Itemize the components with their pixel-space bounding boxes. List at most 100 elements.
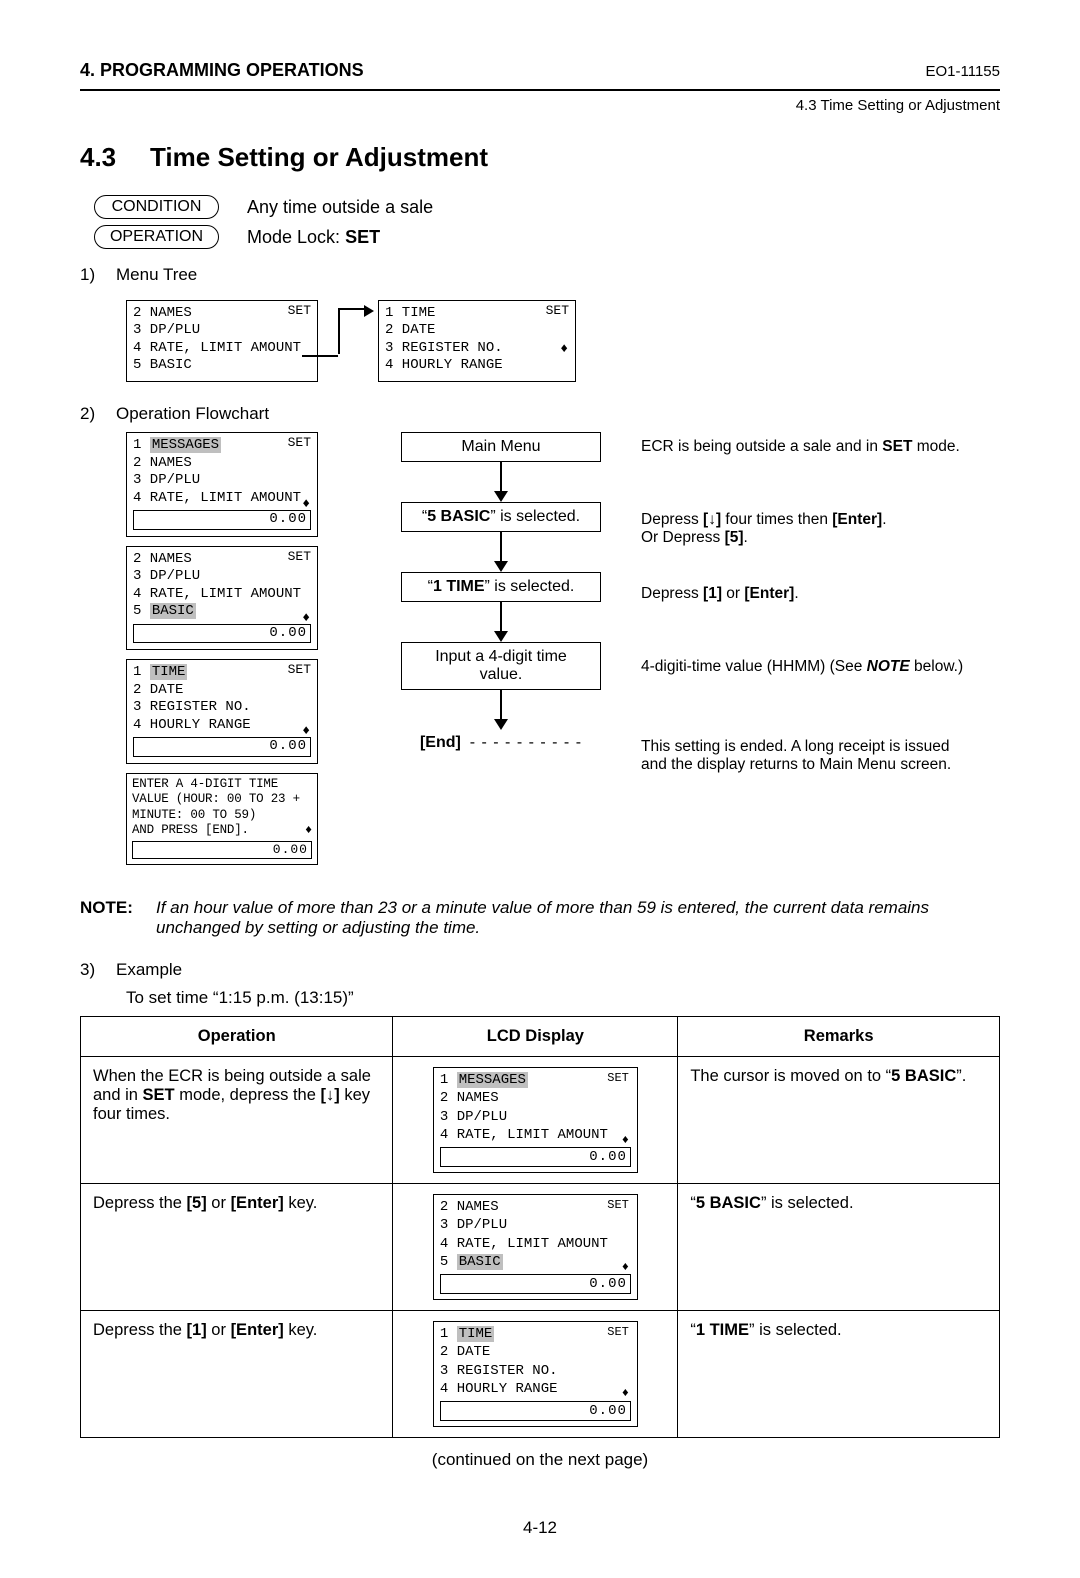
header-left: 4. PROGRAMMING OPERATIONS — [80, 60, 364, 81]
lcd-line: 2 NAMES — [133, 305, 311, 323]
col-lcd: LCD Display — [393, 1017, 678, 1057]
sec2-num: 2) — [80, 404, 116, 424]
menu-tree-right: SET 1 TIME 2 DATE 3 REGISTER NO. 4 HOURL… — [378, 300, 576, 382]
flow-box-main: Main Menu — [401, 432, 601, 462]
table-row: When the ECR is being outside a sale and… — [81, 1057, 1000, 1184]
lcd-footer: 0.00 — [132, 841, 312, 859]
dash-line: - - - - - - - - - - — [470, 734, 582, 752]
condition-text: Any time outside a sale — [247, 197, 433, 218]
updown-icon: ♦ — [305, 823, 312, 838]
lcd-footer: 0.00 — [133, 737, 311, 757]
arrow-down-icon — [494, 719, 508, 730]
sec2-label: Operation Flowchart — [116, 404, 269, 424]
updown-icon: ♦ — [622, 1133, 629, 1149]
sec2: 2) Operation Flowchart — [80, 404, 1000, 424]
flow-desc-2b: Or Depress [5]. — [641, 529, 1000, 547]
cell-remarks: “5 BASIC” is selected. — [678, 1184, 1000, 1311]
flow-col-lcds: SET 1 MESSAGES 2 NAMES 3 DP/PLU 4 RATE, … — [126, 432, 361, 874]
lcd-footer: 0.00 — [133, 510, 311, 530]
example-table: Operation LCD Display Remarks When the E… — [80, 1016, 1000, 1438]
note-text2: unchanged by setting or adjusting the ti… — [156, 918, 480, 937]
lcd-line: 3 REGISTER NO. — [133, 699, 311, 717]
table-lcd-2: SET 2 NAMES 3 DP/PLU 4 RATE, LIMIT AMOUN… — [433, 1194, 638, 1300]
lcd-line: 3 DP/PLU — [133, 472, 311, 490]
lcd-line: 3 REGISTER NO. — [385, 340, 569, 358]
lcd-line: 4 RATE, LIMIT AMOUNT — [133, 586, 311, 604]
section-text: Time Setting or Adjustment — [150, 142, 488, 172]
flow-box-basic: “5 BASIC” is selected. — [401, 502, 601, 532]
flowchart: SET 1 MESSAGES 2 NAMES 3 DP/PLU 4 RATE, … — [126, 432, 1000, 874]
menu-tree: SET 2 NAMES 3 DP/PLU 4 RATE, LIMIT AMOUN… — [126, 293, 1000, 388]
header-right: EO1-11155 — [926, 63, 1001, 80]
lcd-line: 3 DP/PLU — [133, 322, 311, 340]
table-lcd-3: SET 1 TIME 2 DATE 3 REGISTER NO. 4 HOURL… — [433, 1321, 638, 1427]
lcd-line: 5 BASIC — [133, 603, 311, 621]
lcd-line: 2 DATE — [385, 322, 569, 340]
set-tag: SET — [288, 662, 311, 678]
cell-remarks: “1 TIME” is selected. — [678, 1311, 1000, 1438]
flow-col-boxes: Main Menu “5 BASIC” is selected. “1 TIME… — [361, 432, 641, 874]
set-tag: SET — [546, 303, 569, 319]
cell-operation: When the ECR is being outside a sale and… — [81, 1057, 393, 1184]
sec3-num: 3) — [80, 960, 116, 980]
divider — [80, 89, 1000, 91]
updown-icon: ♦ — [302, 610, 310, 626]
sec1: 1) Menu Tree — [80, 265, 1000, 285]
sec1-num: 1) — [80, 265, 116, 285]
updown-icon: ♦ — [622, 1386, 629, 1402]
lcd-line: 3 DP/PLU — [133, 568, 311, 586]
flow-desc-5a: This setting is ended. A long receipt is… — [641, 738, 1000, 756]
flow-desc-5b: and the display returns to Main Menu scr… — [641, 756, 1000, 774]
flow-desc-1: ECR is being outside a sale and in SET m… — [641, 438, 1000, 456]
col-operation: Operation — [81, 1017, 393, 1057]
sec3-label: Example — [116, 960, 182, 980]
lcd-footer: 0.00 — [133, 624, 311, 644]
arrow-down-icon — [494, 561, 508, 572]
lcd-line: 1 TIME — [133, 664, 311, 682]
operation-row: OPERATION Mode Lock: SET — [94, 225, 1000, 249]
lcd-line: 1 MESSAGES — [133, 437, 311, 455]
table-row: Depress the [5] or [Enter] key. SET 2 NA… — [81, 1184, 1000, 1311]
updown-icon: ♦ — [560, 341, 568, 357]
updown-icon: ♦ — [622, 1260, 629, 1276]
lcd-footer: 0.00 — [440, 1401, 631, 1421]
continued-note: (continued on the next page) — [80, 1450, 1000, 1470]
page-header: 4. PROGRAMMING OPERATIONS EO1-11155 — [80, 60, 1000, 81]
lcd-footer: 0.00 — [440, 1147, 631, 1167]
section-num: 4.3 — [80, 142, 150, 173]
flow-lcd-3: SET 1 TIME 2 DATE 3 REGISTER NO. 4 HOURL… — [126, 659, 318, 764]
condition-pill: CONDITION — [94, 195, 219, 219]
sec3: 3) Example — [80, 960, 1000, 980]
set-tag: SET — [607, 1071, 629, 1087]
cell-operation: Depress the [1] or [Enter] key. — [81, 1311, 393, 1438]
note-label: NOTE: — [80, 898, 156, 918]
flow-box-time: “1 TIME” is selected. — [401, 572, 601, 602]
page-number: 4-12 — [80, 1518, 1000, 1538]
flow-prompt: ENTER A 4-DIGIT TIME VALUE (HOUR: 00 TO … — [126, 773, 318, 866]
flow-col-desc: ECR is being outside a sale and in SET m… — [641, 432, 1000, 874]
note-text1: If an hour value of more than 23 or a mi… — [156, 898, 929, 917]
header-sub: 4.3 Time Setting or Adjustment — [80, 97, 1000, 114]
lcd-line: 2 DATE — [133, 682, 311, 700]
cell-lcd: SET 1 MESSAGES 2 NAMES 3 DP/PLU 4 RATE, … — [393, 1057, 678, 1184]
updown-icon: ♦ — [302, 496, 310, 512]
flow-end: [End] - - - - - - - - - - — [361, 734, 641, 752]
lcd-line: ENTER A 4-DIGIT TIME — [132, 777, 312, 793]
flow-desc-4: 4-digiti-time value (HHMM) (See NOTE bel… — [641, 658, 1000, 676]
flow-desc-2a: Depress [↓] four times then [Enter]. — [641, 511, 1000, 529]
connector — [318, 306, 378, 376]
operation-text: Mode Lock: SET — [247, 227, 380, 248]
operation-pill: OPERATION — [94, 225, 219, 249]
set-tag: SET — [288, 435, 311, 451]
section-title: 4.3Time Setting or Adjustment — [80, 142, 1000, 173]
lcd-line: 4 RATE, LIMIT AMOUNT — [133, 490, 311, 508]
flow-box-input: Input a 4-digit timevalue. — [401, 642, 601, 690]
updown-icon: ♦ — [302, 723, 310, 739]
table-header-row: Operation LCD Display Remarks — [81, 1017, 1000, 1057]
flow-lcd-2: SET 2 NAMES 3 DP/PLU 4 RATE, LIMIT AMOUN… — [126, 546, 318, 651]
lcd-footer: 0.00 — [440, 1274, 631, 1294]
cell-lcd: SET 1 TIME 2 DATE 3 REGISTER NO. 4 HOURL… — [393, 1311, 678, 1438]
set-tag: SET — [288, 303, 311, 319]
lcd-line: 4 HOURLY RANGE — [385, 357, 569, 375]
cell-operation: Depress the [5] or [Enter] key. — [81, 1184, 393, 1311]
